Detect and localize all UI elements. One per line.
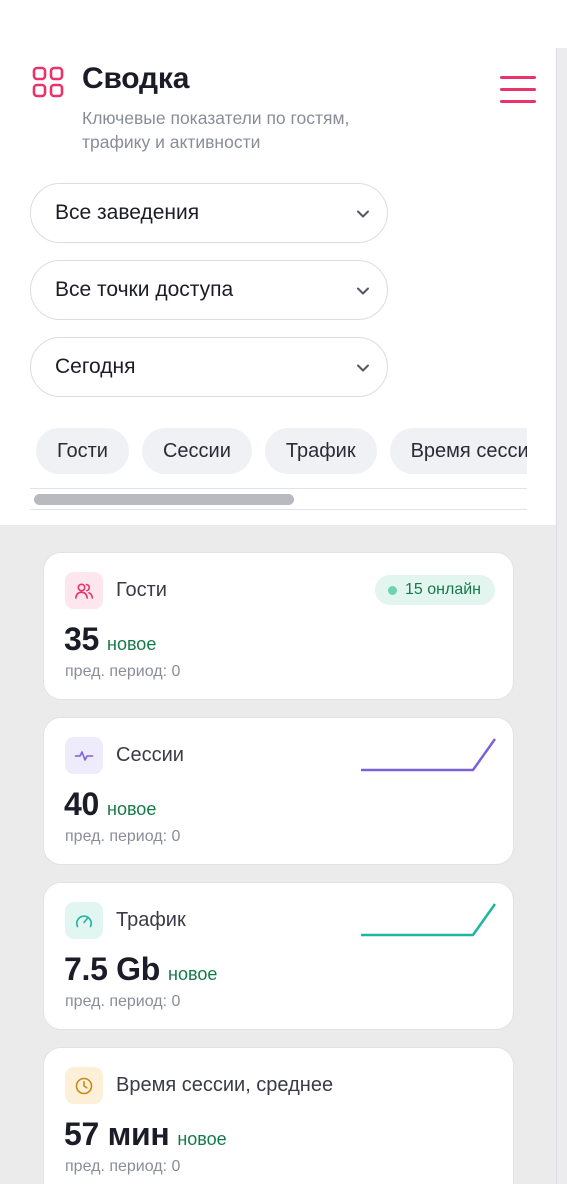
users-icon (65, 572, 103, 609)
card-value: 35 новое (64, 621, 156, 658)
sessions-value: 40 (64, 786, 99, 822)
divider (30, 488, 527, 489)
card-value: 40 новое (64, 786, 156, 823)
metrics-panel: Гости 15 онлайн 35 новое пред. период: 0 … (0, 525, 556, 1184)
hamburger-menu-icon[interactable] (500, 76, 536, 110)
activity-pulse-icon (65, 737, 103, 774)
card-value: 7.5 Gb новое (64, 951, 217, 988)
traffic-value: 7.5 Gb (64, 951, 161, 987)
page-subtitle: Ключевые показатели по гостям, трафику и… (82, 108, 350, 152)
tab-session-time[interactable]: Время сессии (389, 428, 527, 474)
delta-label: новое (168, 964, 218, 984)
chevron-down-icon (357, 287, 369, 295)
tab-guests[interactable]: Гости (36, 428, 129, 474)
divider (30, 509, 527, 510)
sessions-card[interactable]: Сессии 40 новое пред. период: 0 (43, 717, 514, 865)
card-value: 57 мин новое (64, 1116, 227, 1153)
card-title: Время сессии, среднее (116, 1074, 334, 1096)
session-time-value: 57 мин (64, 1116, 170, 1152)
previous-period: пред. период: 0 (65, 663, 181, 680)
online-badge: 15 онлайн (375, 575, 495, 605)
tab-sessions[interactable]: Сессии (141, 428, 252, 474)
online-dot-icon (388, 586, 397, 595)
clock-icon (65, 1067, 103, 1104)
vertical-scrollbar[interactable] (556, 48, 567, 1184)
previous-period: пред. период: 0 (65, 1158, 181, 1175)
previous-period: пред. период: 0 (65, 993, 181, 1010)
chevron-down-icon (357, 210, 369, 218)
card-title: Сессии (116, 744, 184, 766)
grid-icon (32, 66, 64, 98)
venue-select[interactable]: Все заведения (30, 183, 388, 243)
summary-header-panel: Сводка Ключевые показатели по гостям, тр… (0, 0, 556, 525)
horizontal-scrollbar[interactable] (34, 494, 294, 505)
delta-label: новое (107, 799, 157, 819)
access-point-select[interactable]: Все точки доступа (30, 260, 388, 320)
venue-select-value: Все заведения (55, 201, 200, 224)
card-title: Трафик (116, 909, 186, 931)
page-title: Сводка (82, 62, 190, 95)
metric-tabs: Гости Сессии Трафик Время сессии (30, 424, 527, 510)
guests-card[interactable]: Гости 15 онлайн 35 новое пред. период: 0 (43, 552, 514, 700)
guests-value: 35 (64, 621, 99, 657)
traffic-card[interactable]: Трафик 7.5 Gb новое пред. период: 0 (43, 882, 514, 1030)
previous-period: пред. период: 0 (65, 828, 181, 845)
sessions-sparkline (361, 738, 497, 772)
period-select-value: Сегодня (55, 355, 136, 378)
delta-label: новое (107, 634, 157, 654)
speedometer-icon (65, 902, 103, 939)
online-count: 15 онлайн (405, 581, 481, 598)
traffic-sparkline (361, 903, 497, 937)
delta-label: новое (177, 1129, 227, 1149)
period-select[interactable]: Сегодня (30, 337, 388, 397)
card-title: Гости (116, 579, 167, 601)
tab-traffic[interactable]: Трафик (264, 428, 377, 474)
chevron-down-icon (357, 364, 369, 372)
access-point-select-value: Все точки доступа (55, 278, 234, 301)
session-time-card[interactable]: Время сессии, среднее 57 мин новое пред. … (43, 1047, 514, 1184)
